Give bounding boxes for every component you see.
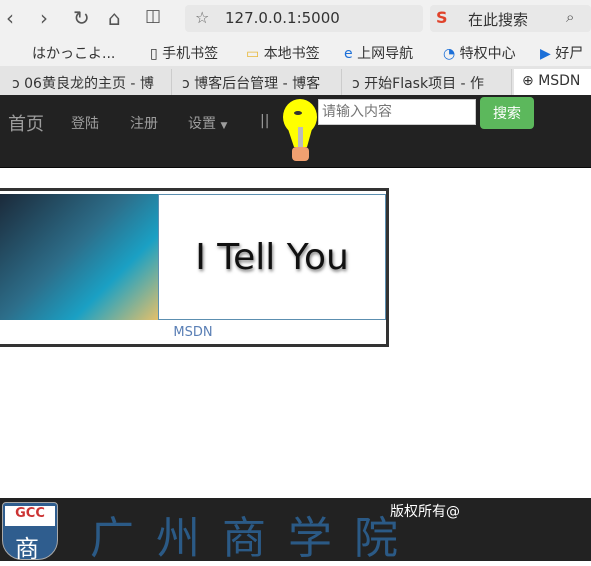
tab-label: 开始Flask项目 - 作	[364, 76, 485, 92]
nav-settings-label: 设置	[188, 116, 216, 132]
tab[interactable]: ↄ 06黄良龙的主页 - 博	[4, 69, 172, 95]
lightbulb-icon[interactable]	[280, 97, 322, 169]
tab[interactable]: ↄ 博客后台管理 - 博客	[174, 69, 342, 95]
school-logo: GCC 商	[2, 502, 58, 563]
search-button[interactable]: 搜索	[480, 97, 534, 129]
search-icon[interactable]: ⌕	[566, 8, 574, 26]
tab-label: MSDN	[538, 73, 581, 89]
bookmark[interactable]: ▭ 本地书签	[246, 43, 320, 63]
nav-register[interactable]: 注册	[130, 113, 158, 133]
address-bar[interactable]: ☆ 127.0.0.1:5000	[185, 5, 423, 32]
tab-strip: ↄ 06黄良龙的主页 - 博 ↄ 博客后台管理 - 博客 ↄ 开始Flask项目…	[0, 66, 591, 95]
bookmarks-bar: はかっこよ... ▯ 手机书签 ▭ 本地书签 e 上网导航 ◔ 特权中心 ▶ 好…	[0, 36, 591, 66]
folder-icon: ▭	[246, 46, 260, 62]
back-icon[interactable]: ‹	[6, 6, 14, 30]
home-icon[interactable]: ⌂	[108, 6, 121, 30]
footer: GCC 商 广州商学院 版权所有@	[0, 498, 591, 564]
tab[interactable]: ↄ 开始Flask项目 - 作	[344, 69, 512, 95]
caret-down-icon: ▼	[220, 121, 228, 131]
sogou-icon: S	[436, 8, 448, 27]
school-name: 广州商学院	[90, 513, 420, 564]
privilege-icon: ◔	[443, 46, 456, 62]
nav-divider: ||	[260, 113, 270, 129]
tab-label: 06黄良龙的主页 - 博	[24, 76, 154, 92]
forward-icon[interactable]: ›	[40, 6, 48, 30]
nav-settings-dropdown[interactable]: 设置 ▼	[188, 113, 227, 133]
bookmark-label: 特权中心	[459, 46, 516, 62]
reload-icon[interactable]: ↻	[73, 6, 90, 30]
ie-icon: e	[344, 46, 353, 62]
nav-login[interactable]: 登陆	[71, 113, 99, 133]
url-text: 127.0.0.1:5000	[225, 9, 340, 27]
browser-search[interactable]: S 在此搜索 ⌕	[430, 5, 591, 32]
bookmark-label: 好尸	[555, 46, 584, 62]
bookmark-label: 本地书签	[263, 46, 320, 62]
globe-icon: ⊕	[522, 73, 534, 89]
banner-photo	[0, 194, 158, 320]
logo-text: GCC	[5, 506, 55, 526]
bookmark-label: 手机书签	[162, 46, 219, 62]
bookmark-label: 上网导航	[357, 46, 414, 62]
bookmark[interactable]: ▯ 手机书签	[150, 43, 218, 63]
search-input[interactable]	[318, 99, 476, 125]
search-placeholder: 在此搜索	[468, 11, 529, 29]
card-caption-link[interactable]: MSDN	[0, 325, 386, 340]
bookmark[interactable]: はかっこよ...	[32, 43, 115, 63]
copyright-text: 版权所有@	[390, 504, 460, 520]
nav-brand-home[interactable]: 首页	[8, 110, 44, 136]
tab-active[interactable]: ⊕ MSDN	[514, 69, 591, 95]
bookmark[interactable]: ◔ 特权中心	[443, 43, 516, 63]
play-icon: ▶	[540, 46, 551, 62]
banner-text: I Tell You	[158, 194, 386, 320]
bookmark[interactable]: ▶ 好尸	[540, 43, 583, 63]
browser-toolbar: ‹ › ↻ ⌂ ◫ ☆ 127.0.0.1:5000 S 在此搜索 ⌕	[0, 0, 591, 36]
link-card-msdn[interactable]: I Tell You MSDN	[0, 188, 389, 347]
reader-icon[interactable]: ◫	[145, 6, 161, 26]
bookmark[interactable]: e 上网导航	[344, 43, 413, 63]
star-icon[interactable]: ☆	[195, 8, 209, 27]
logo-emblem: 商	[15, 535, 39, 563]
tab-label: 博客后台管理 - 博客	[194, 76, 321, 92]
